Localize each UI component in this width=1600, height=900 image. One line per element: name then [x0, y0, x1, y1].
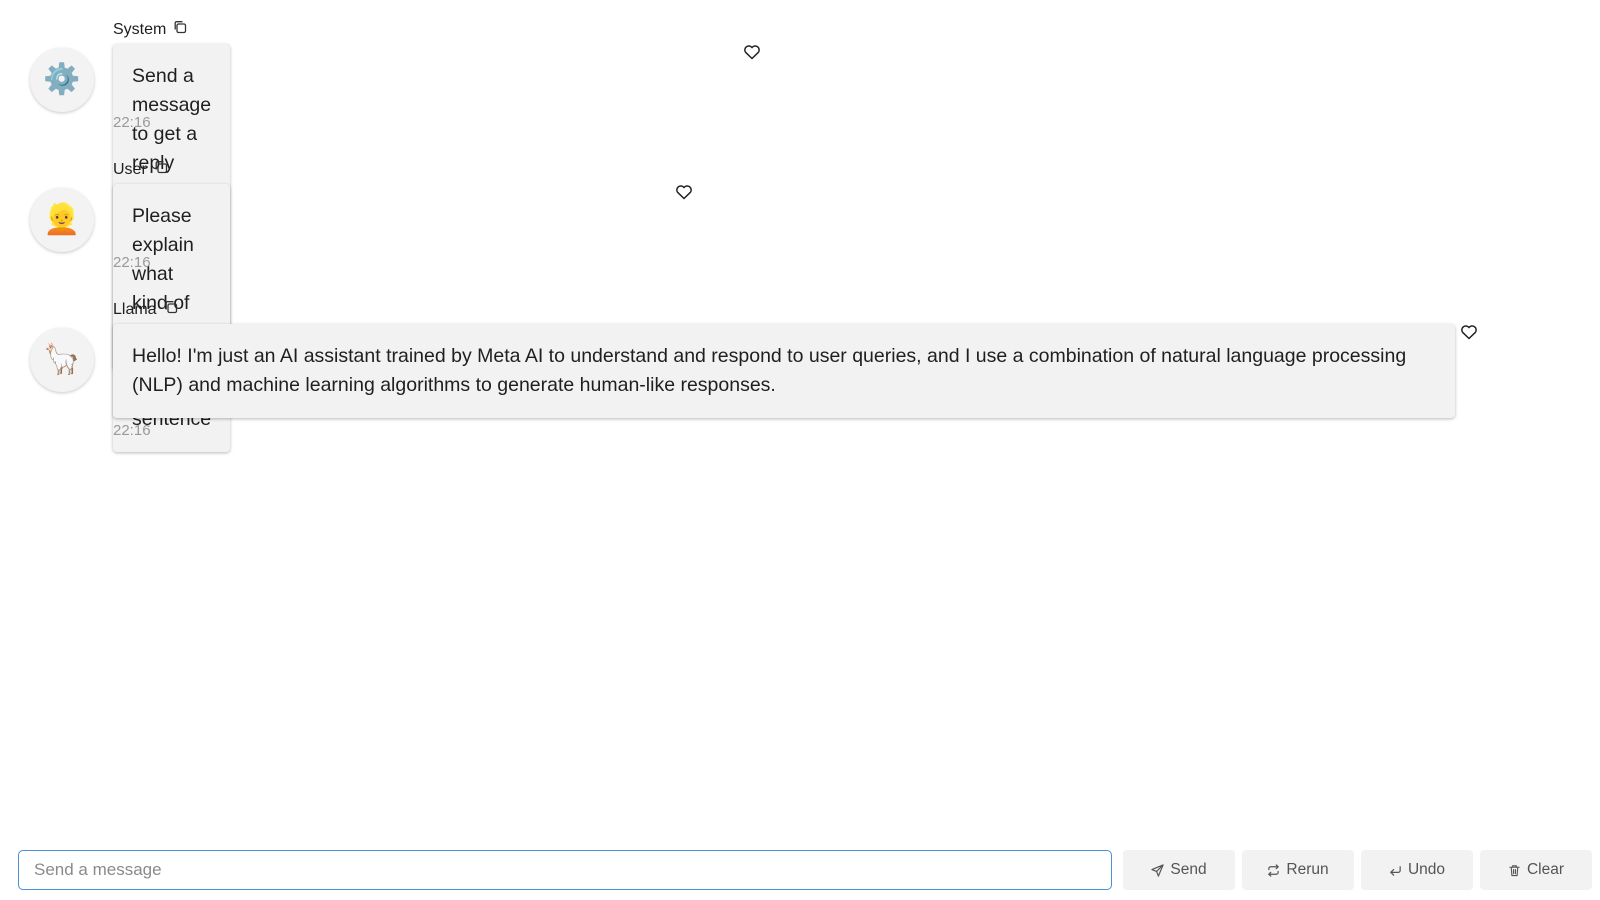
- message-input[interactable]: [18, 850, 1112, 890]
- chat-history: ⚙️ System Send a message to get a reply …: [0, 0, 1600, 820]
- message-timestamp: 22:16: [113, 254, 151, 271]
- author-name: System: [113, 21, 167, 38]
- message-timestamp: 22:16: [113, 114, 151, 131]
- repeat-icon: [1268, 863, 1280, 877]
- author-name: User: [113, 161, 147, 178]
- person-icon: 👱: [30, 188, 94, 252]
- rerun-label: Rerun: [1286, 861, 1329, 878]
- send-icon: [1151, 863, 1165, 877]
- message-bubble: Hello! I'm just an AI assistant trained …: [113, 324, 1455, 418]
- send-button[interactable]: Send: [1123, 850, 1235, 890]
- send-label: Send: [1170, 861, 1207, 878]
- composer-bar: Send Rerun Undo Clear: [0, 850, 1600, 892]
- message-header: System: [113, 20, 187, 40]
- author-name: Llama: [113, 301, 157, 318]
- undo-label: Undo: [1407, 861, 1446, 878]
- llama-icon: 🦙: [30, 328, 94, 392]
- like-heart-icon[interactable]: [675, 184, 693, 200]
- like-heart-icon[interactable]: [743, 44, 761, 60]
- undo-button[interactable]: Undo: [1361, 850, 1473, 890]
- trash-icon: [1509, 864, 1520, 876]
- message-header: Llama: [113, 300, 178, 320]
- rerun-button[interactable]: Rerun: [1242, 850, 1354, 890]
- clear-button[interactable]: Clear: [1480, 850, 1592, 890]
- copy-icon[interactable]: [164, 300, 178, 314]
- clear-label: Clear: [1526, 861, 1565, 878]
- copy-icon[interactable]: [154, 160, 168, 174]
- like-heart-icon[interactable]: [1460, 324, 1478, 340]
- message-timestamp: 22:16: [113, 422, 151, 439]
- copy-icon[interactable]: [173, 20, 187, 34]
- undo-icon: [1390, 865, 1401, 876]
- message-header: User: [113, 160, 168, 180]
- gear-icon: ⚙️: [30, 48, 94, 112]
